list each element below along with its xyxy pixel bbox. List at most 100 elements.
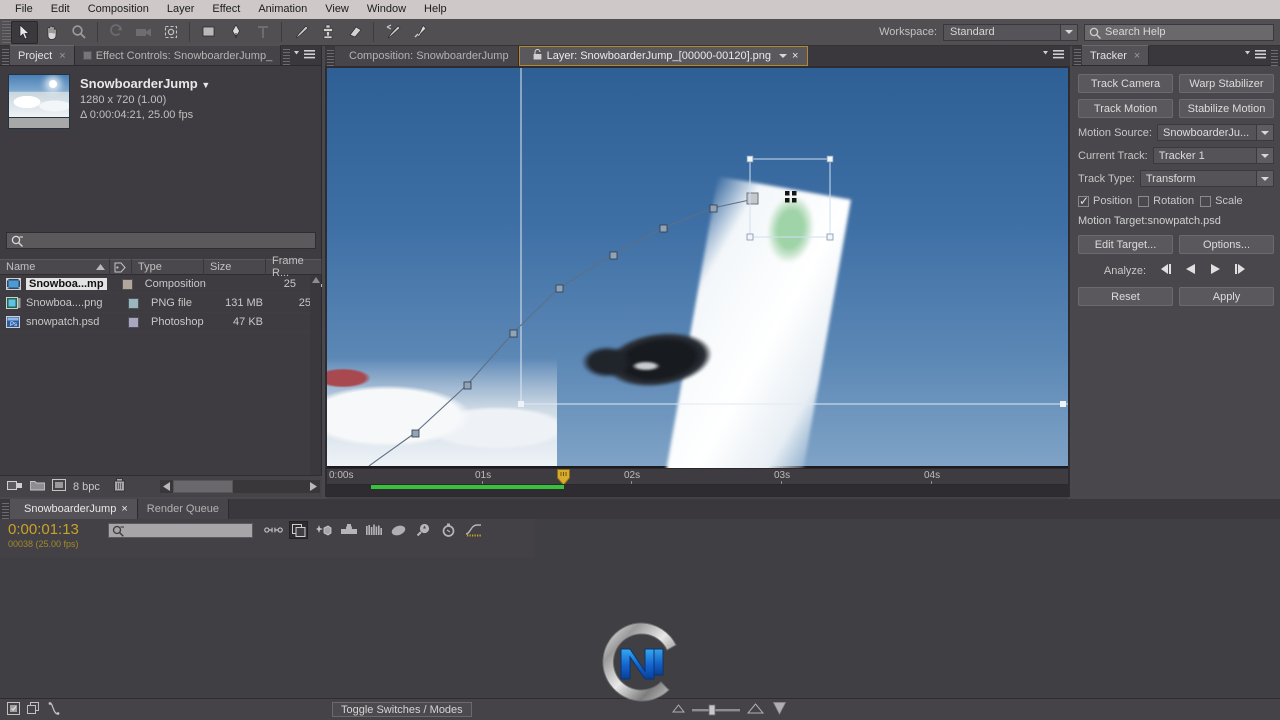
tab-snowboarderjump[interactable]: SnowboarderJump × <box>10 499 138 519</box>
label-color-swatch[interactable] <box>121 278 133 290</box>
analyze-forward-button[interactable] <box>1209 263 1222 278</box>
label-color-swatch[interactable] <box>128 316 139 328</box>
lock-icon[interactable] <box>533 48 542 63</box>
project-row-psd[interactable]: Ps snowpatch.psd Photoshop 47 KB <box>0 313 322 332</box>
menu-item-edit[interactable]: Edit <box>42 0 79 19</box>
comp-flowchart-button[interactable] <box>7 701 20 718</box>
menu-item-view[interactable]: View <box>316 0 358 19</box>
rotation-tool[interactable] <box>103 21 130 44</box>
camera-tool[interactable] <box>130 21 157 44</box>
enable-motion-blur-icon[interactable] <box>364 521 383 539</box>
puppet-pin-tool[interactable] <box>406 21 433 44</box>
zoom-in-timeline-icon[interactable] <box>746 702 764 717</box>
current-track-dropdown[interactable]: Tracker 1 <box>1152 147 1274 164</box>
analyze-backward-button[interactable] <box>1184 263 1197 278</box>
close-icon[interactable]: × <box>1134 50 1140 62</box>
label-color-swatch[interactable] <box>128 297 139 309</box>
options-button[interactable]: Options... <box>1179 235 1274 254</box>
hide-shy-layers-icon[interactable] <box>314 521 333 539</box>
menu-item-help[interactable]: Help <box>415 0 456 19</box>
apply-button[interactable]: Apply <box>1179 287 1274 306</box>
menu-item-effect[interactable]: Effect <box>203 0 249 19</box>
clone-stamp-tool[interactable] <box>314 21 341 44</box>
graph-editor-toggle[interactable] <box>48 701 60 718</box>
pen-tool[interactable] <box>222 21 249 44</box>
analyze-forward-1-frame-button[interactable] <box>1234 263 1248 278</box>
bit-depth-icon[interactable] <box>52 479 66 494</box>
analyze-backward-1-frame-button[interactable] <box>1158 263 1172 278</box>
chevron-down-icon[interactable] <box>779 50 788 62</box>
toolbar-grip[interactable] <box>2 21 11 43</box>
menu-item-animation[interactable]: Animation <box>249 0 316 19</box>
project-row-png[interactable]: Snowboa....png PNG file 131 MB 25 <box>0 294 322 313</box>
viewer-time-indicator[interactable] <box>557 469 570 486</box>
track-camera-button[interactable]: Track Camera <box>1078 74 1173 93</box>
timeline-zoom-slider[interactable] <box>691 704 740 716</box>
rotation-checkbox[interactable] <box>1138 195 1150 207</box>
graph-editor-icon[interactable] <box>464 521 483 539</box>
stabilize-motion-button[interactable]: Stabilize Motion <box>1179 99 1274 118</box>
scroll-right-icon[interactable] <box>307 482 320 491</box>
tab-composition[interactable]: Composition: SnowboarderJump <box>335 46 519 66</box>
chevron-down-icon[interactable]: ▼ <box>201 80 210 90</box>
column-type[interactable]: Type <box>132 259 204 275</box>
close-icon[interactable]: × <box>121 503 127 515</box>
motion-source-dropdown[interactable]: SnowboarderJu... <box>1156 124 1274 141</box>
tab-render-queue[interactable]: Render Queue <box>137 499 229 519</box>
new-footage-icon[interactable] <box>7 479 23 495</box>
search-help-input[interactable]: Search Help <box>1084 23 1274 41</box>
tab-layer[interactable]: Layer: SnowboarderJump_[00000-00120].png… <box>518 46 809 66</box>
pan-behind-tool[interactable] <box>157 21 184 44</box>
enable-frame-blending-icon[interactable] <box>339 521 358 539</box>
menu-item-composition[interactable]: Composition <box>79 0 158 19</box>
timeline-panel-grip[interactable] <box>2 503 9 519</box>
timeline-search-input[interactable] <box>108 523 253 538</box>
project-panel-grip[interactable] <box>2 49 9 65</box>
column-label-swatch[interactable] <box>110 259 132 275</box>
project-horizontal-scrollbar[interactable] <box>160 480 320 493</box>
menu-item-window[interactable]: Window <box>358 0 415 19</box>
scroll-left-icon[interactable] <box>160 482 173 491</box>
position-checkbox[interactable] <box>1078 194 1089 208</box>
viewer-panel-menu[interactable] <box>1043 50 1064 59</box>
column-size[interactable]: Size <box>204 259 266 275</box>
project-panel-grip-right[interactable] <box>283 49 291 65</box>
scale-checkbox-group[interactable]: Scale <box>1200 195 1243 207</box>
zoom-tool[interactable] <box>65 21 92 44</box>
draft-3d-icon[interactable] <box>289 521 308 539</box>
new-folder-icon[interactable] <box>30 479 45 494</box>
bit-depth-label[interactable]: 8 bpc <box>73 481 100 493</box>
live-update-icon[interactable] <box>264 521 283 539</box>
layer-viewer-canvas[interactable] <box>327 68 1068 468</box>
roto-brush-tool[interactable] <box>379 21 406 44</box>
project-vertical-scrollbar[interactable] <box>310 275 321 487</box>
project-panel-menu[interactable] <box>294 50 315 59</box>
edit-target-button[interactable]: Edit Target... <box>1078 235 1173 254</box>
scroll-up-icon[interactable] <box>310 275 321 285</box>
position-checkbox-group[interactable]: Position <box>1078 194 1132 208</box>
menu-item-layer[interactable]: Layer <box>158 0 204 19</box>
project-search-input[interactable] <box>6 232 316 249</box>
shape-tool[interactable] <box>195 21 222 44</box>
warp-stabilizer-button[interactable]: Warp Stabilizer <box>1179 74 1274 93</box>
tracker-panel-menu[interactable] <box>1245 50 1266 59</box>
hand-tool[interactable] <box>38 21 65 44</box>
selection-tool[interactable] <box>11 20 38 44</box>
rotation-checkbox-group[interactable]: Rotation <box>1138 195 1194 207</box>
viewer-time-ruler[interactable]: 0:00s 01s 02s 03s 04s <box>327 468 1068 495</box>
timeline-view-options-icon[interactable] <box>772 701 786 718</box>
comp-family-button[interactable] <box>27 701 41 718</box>
text-tool[interactable] <box>249 21 276 44</box>
new-comp-viewer-icon[interactable] <box>414 521 433 539</box>
track-type-dropdown[interactable]: Transform <box>1139 170 1274 187</box>
tracker-panel-grip[interactable] <box>1074 49 1081 65</box>
tab-effect-controls[interactable]: Effect Controls: SnowboarderJump_ <box>74 45 282 65</box>
motion-graph-icon[interactable] <box>439 521 458 539</box>
delete-icon[interactable] <box>113 478 126 495</box>
tab-project[interactable]: Project × <box>10 45 75 65</box>
close-icon[interactable]: × <box>59 50 65 62</box>
tracker-grip-right[interactable] <box>1271 50 1278 66</box>
project-row-composition[interactable]: Snowboa...mp Composition 25 <box>0 275 322 294</box>
tab-tracker[interactable]: Tracker × <box>1082 45 1150 65</box>
eraser-tool[interactable] <box>341 21 368 44</box>
